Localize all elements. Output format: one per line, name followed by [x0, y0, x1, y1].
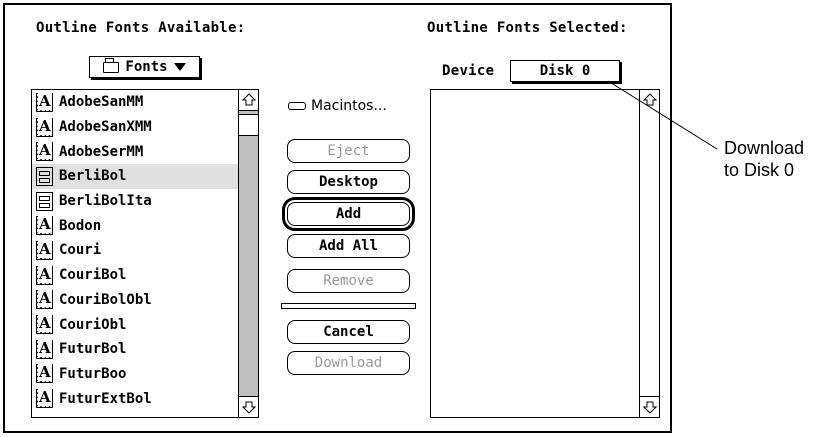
callout-line [607, 80, 718, 150]
callout-leader [607, 80, 718, 150]
callout-annotation: Download to Disk 0 [724, 137, 804, 181]
callout-line1: Download [724, 138, 805, 158]
callout-line2: to Disk 0 [724, 160, 795, 180]
